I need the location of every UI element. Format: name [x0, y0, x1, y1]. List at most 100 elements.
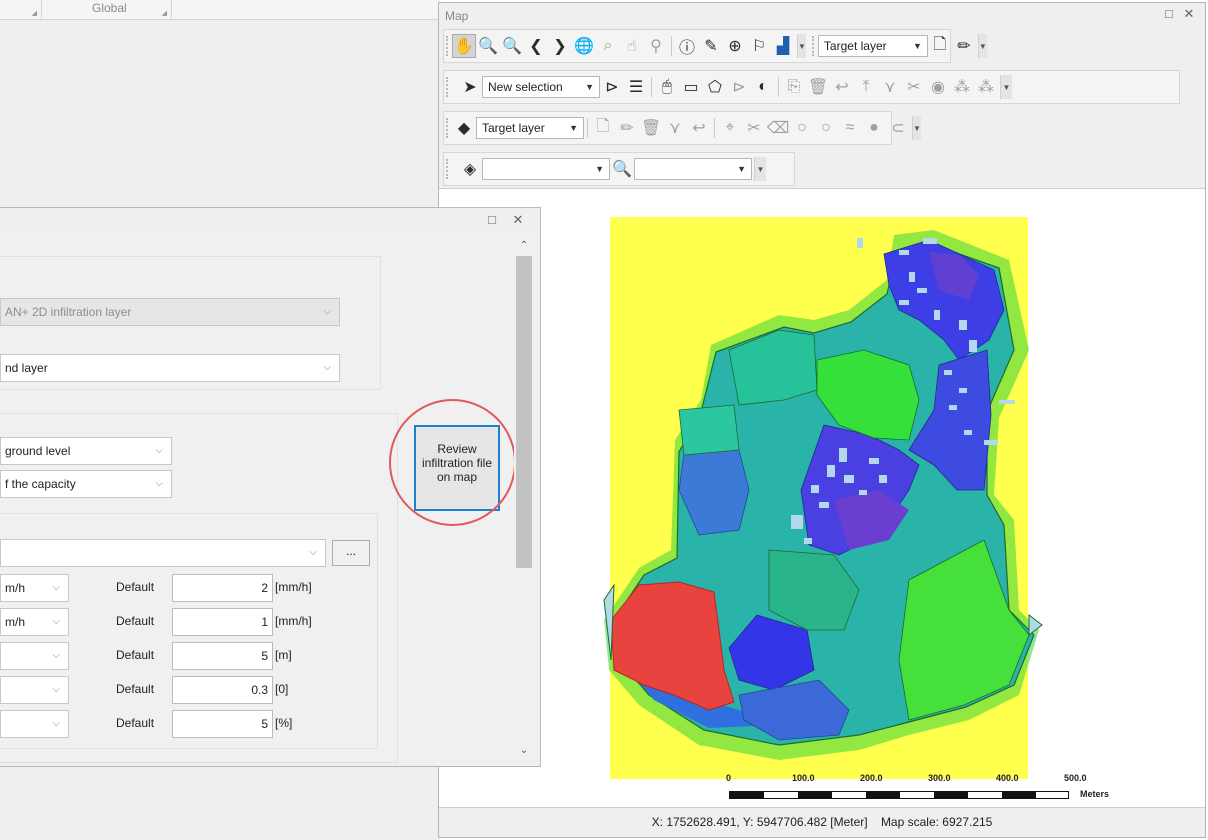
pencil-icon[interactable]: ✏ [952, 34, 976, 58]
row-unit-select[interactable]: m/h ⌵ [0, 574, 69, 602]
chevron-down-icon: ⌵ [155, 445, 163, 456]
eraser-icon[interactable]: ⌫ [766, 116, 790, 140]
target-layer-combo[interactable]: Target layer ▼ [817, 35, 928, 57]
browse-button[interactable]: ... [332, 540, 370, 566]
row-value-input[interactable]: 5 [172, 642, 273, 670]
row-unit-select[interactable]: ⌵ [0, 710, 69, 738]
toolbar-overflow-icon[interactable]: ▼ [754, 157, 766, 181]
scale-tick-label: 500.0 [1064, 773, 1087, 783]
layer-combo[interactable]: ▼ [482, 158, 610, 180]
undo-icon[interactable]: ↩ [687, 116, 711, 140]
remove-vertex-icon[interactable]: ○ [814, 116, 838, 140]
layers-icon[interactable]: ◆ [452, 116, 476, 140]
select-arrow-icon[interactable]: ➤ [458, 75, 482, 99]
pan-icon[interactable]: ✋ [452, 34, 476, 58]
forward-icon[interactable]: ❯ [548, 34, 572, 58]
row-value-input[interactable]: 0.3 [172, 676, 273, 704]
copy-icon[interactable]: ⎘ [782, 75, 806, 99]
search-icon[interactable]: 🔍 [610, 157, 634, 181]
row-value-input[interactable]: 1 [172, 608, 273, 636]
merge-icon[interactable]: ⋎ [878, 75, 902, 99]
toggle-icon[interactable]: ⊂ [886, 116, 910, 140]
trace-upstream-icon[interactable]: ⤒ [854, 75, 878, 99]
row-unit-select[interactable]: m/h ⌵ [0, 608, 69, 636]
cut-icon[interactable]: ✂ [902, 75, 926, 99]
merge-icon[interactable]: ⋎ [663, 116, 687, 140]
polygon-select-icon[interactable]: ⬠ [703, 75, 727, 99]
layers-outline-icon[interactable]: ◈ [458, 157, 482, 181]
edit-target-layer-combo[interactable]: Target layer ▼ [476, 117, 584, 139]
move-vertex-icon[interactable]: ⌖ [718, 116, 742, 140]
header-cell-global[interactable]: Global ◢ [42, 0, 172, 19]
invert-selection-icon[interactable]: ◐ [751, 75, 775, 99]
zoom-out-icon[interactable]: 🔍 [500, 34, 524, 58]
new-feature-icon[interactable]: 🗋 [591, 116, 615, 140]
toolbar-overflow-icon[interactable]: ▼ [977, 34, 987, 58]
scroll-up-icon[interactable]: ⌃ [514, 240, 534, 251]
toolbar-grip[interactable] [446, 118, 448, 138]
maximize-icon[interactable]: □ [1161, 6, 1177, 22]
full-extent-globe-icon[interactable]: 🌐 [572, 34, 596, 58]
map-canvas[interactable]: 0 100.0 200.0 300.0 400.0 500.0 Meters [439, 190, 1205, 807]
toolbar-overflow-icon[interactable]: ▼ [1000, 75, 1012, 99]
toggle-icon[interactable]: ◉ [926, 75, 950, 99]
chart-icon[interactable]: ▟ [771, 34, 795, 58]
pan-selection-icon[interactable]: ☝ [620, 34, 644, 58]
ground-level-select[interactable]: ground level ⌵ [0, 437, 172, 465]
toolbar-overflow-icon[interactable]: ▼ [912, 116, 921, 140]
edit-attributes-icon[interactable]: ✎ [699, 34, 723, 58]
network-icon[interactable]: ⊕ [723, 34, 747, 58]
infiltration-file-select[interactable]: ⌵ [0, 539, 326, 567]
toolbar-overflow-icon[interactable]: ▼ [797, 34, 806, 58]
ground-layer-select[interactable]: nd layer ⌵ [0, 354, 340, 382]
points-icon[interactable]: ● [862, 116, 886, 140]
zoom-selection-icon[interactable]: ⌕ [596, 34, 620, 58]
row-unit-select[interactable]: ⌵ [0, 642, 69, 670]
link-nodes-icon[interactable]: ⁂ [974, 75, 998, 99]
header-cell[interactable]: ◢ [0, 0, 42, 19]
infiltration-layer-value: AN+ 2D infiltration layer [5, 305, 132, 319]
row-value-input[interactable]: 5 [172, 710, 273, 738]
toolbar-grip[interactable] [446, 159, 454, 179]
info-icon[interactable]: ⓘ [675, 34, 699, 58]
chevron-down-icon: ⌵ [323, 306, 331, 317]
mouse-icon[interactable]: 🖱 [655, 75, 679, 99]
rectangle-select-icon[interactable]: ▭ [679, 75, 703, 99]
scroll-thumb[interactable] [516, 256, 532, 568]
toolbar-grip[interactable] [446, 36, 448, 56]
row-value-input[interactable]: 2 [172, 574, 273, 602]
row-unit-select[interactable]: ⌵ [0, 676, 69, 704]
selection-mode-combo[interactable]: New selection ▼ [482, 76, 600, 98]
infiltration-layer-select[interactable]: AN+ 2D infiltration layer ⌵ [0, 298, 340, 326]
flag-icon[interactable]: ⚐ [747, 34, 771, 58]
snap-icon[interactable]: ≈ [838, 116, 862, 140]
chevron-down-icon: ⌵ [155, 478, 163, 489]
nodes-icon[interactable]: ⁂ [950, 75, 974, 99]
clear-selection-icon[interactable]: ⊳ [727, 75, 751, 99]
column-header-strip: ◢ Global ◢ [0, 0, 440, 20]
row-value: 5 [261, 717, 268, 731]
pencil-icon[interactable]: ✏ [615, 116, 639, 140]
delete-icon[interactable]: 🗑 [806, 75, 830, 99]
cut-icon[interactable]: ✂ [742, 116, 766, 140]
maximize-icon[interactable]: □ [484, 212, 500, 228]
close-icon[interactable]: ✕ [1181, 6, 1197, 22]
dialog-scrollbar[interactable]: ⌃ ⌄ [514, 236, 534, 760]
back-icon[interactable]: ❮ [524, 34, 548, 58]
clear-filter-icon[interactable]: ⚲ [644, 34, 668, 58]
delete-icon[interactable]: 🗑 [639, 116, 663, 140]
list-icon[interactable]: ☰ [624, 75, 648, 99]
scale-tick-label: 300.0 [928, 773, 951, 783]
new-feature-icon[interactable]: 🗋 [928, 34, 952, 58]
scroll-down-icon[interactable]: ⌄ [514, 745, 534, 756]
capacity-select[interactable]: f the capacity ⌵ [0, 470, 172, 498]
chevron-down-icon: ▼ [913, 41, 922, 51]
close-icon[interactable]: ✕ [510, 212, 526, 228]
toolbar-grip[interactable] [811, 36, 814, 56]
search-combo[interactable]: ▼ [634, 158, 752, 180]
add-vertex-icon[interactable]: ○ [790, 116, 814, 140]
zoom-in-icon[interactable]: 🔍 [476, 34, 500, 58]
undo-icon[interactable]: ↩ [830, 75, 854, 99]
toolbar-grip[interactable] [446, 77, 454, 97]
select-filter-icon[interactable]: ⊳ [600, 75, 624, 99]
